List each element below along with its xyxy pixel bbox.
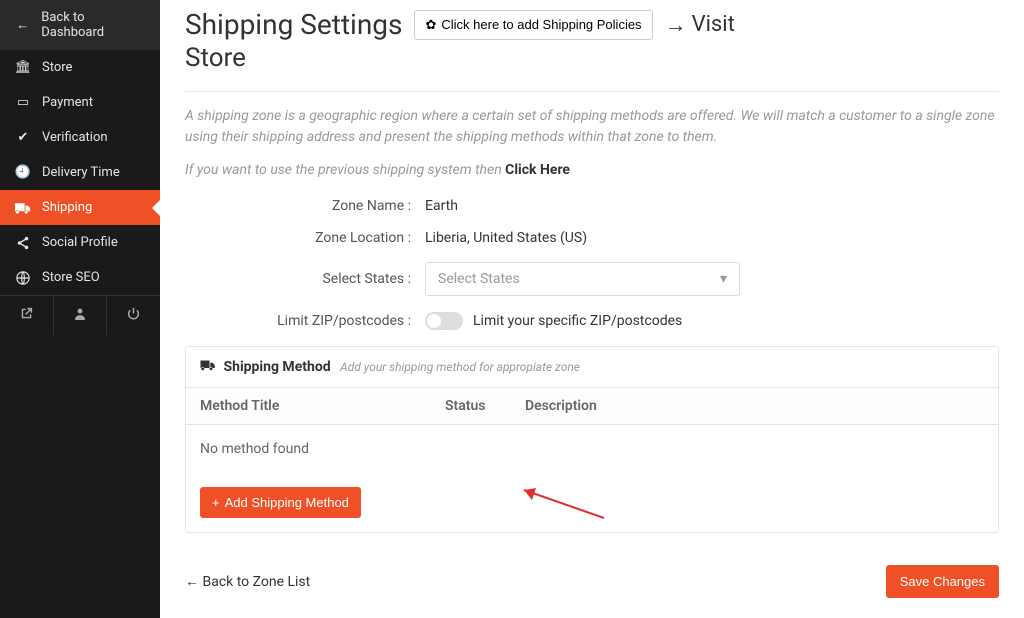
method-empty-state: No method found — [186, 425, 998, 473]
bank-icon: 🏛 — [14, 60, 32, 75]
sidebar-item-social[interactable]: Social Profile — [0, 225, 160, 260]
click-here-link[interactable]: Click Here — [505, 162, 570, 178]
zip-label: Limit ZIP/postcodes : — [185, 313, 425, 329]
globe-icon — [14, 271, 32, 285]
zone-name-row: Zone Name : Earth — [185, 198, 999, 214]
external-link-icon — [20, 308, 33, 324]
arrow-right-icon: → — [665, 12, 687, 38]
page-title: Shipping Settings — [185, 8, 402, 41]
states-row: Select States : Select States ▾ — [185, 262, 999, 296]
sidebar-item-shipping[interactable]: Shipping — [0, 190, 160, 225]
clock-icon: 🕘 — [14, 165, 32, 180]
arrow-left-icon: ← — [185, 574, 199, 590]
plus-icon: + — [212, 495, 220, 510]
sidebar-item-store[interactable]: 🏛 Store — [0, 50, 160, 85]
sidebar-item-label: Verification — [42, 130, 108, 145]
sidebar-item-label: Store — [42, 60, 72, 75]
back-to-zone-list-link[interactable]: ← Back to Zone List — [185, 573, 310, 590]
arrow-left-icon: ← — [14, 17, 31, 33]
truck-icon — [200, 359, 219, 375]
sidebar-item-label: Back to Dashboard — [41, 10, 146, 40]
visit-label: Visit — [692, 12, 735, 37]
method-header: Shipping Method Add your shipping method… — [186, 347, 998, 387]
method-title: Shipping Method — [223, 359, 330, 375]
sidebar-item-label: Payment — [42, 95, 93, 110]
back-label: Back to Zone List — [202, 574, 310, 590]
zone-name-label: Zone Name : — [185, 198, 425, 214]
power-button[interactable] — [107, 296, 160, 335]
sidebar-item-back[interactable]: ← Back to Dashboard — [0, 0, 160, 50]
button-label: Add Shipping Method — [225, 495, 349, 510]
method-subtitle: Add your shipping method for appropiate … — [340, 360, 580, 374]
user-button[interactable] — [54, 296, 108, 335]
add-shipping-method-button[interactable]: + Add Shipping Method — [200, 487, 361, 518]
external-link-button[interactable] — [0, 296, 54, 335]
sidebar-item-payment[interactable]: ▭ Payment — [0, 85, 160, 120]
description-text: A shipping zone is a geographic region w… — [185, 106, 999, 148]
col-description: Description — [525, 398, 984, 414]
chevron-down-icon: ▾ — [720, 271, 727, 287]
visit-store-link[interactable]: → Visit — [665, 12, 735, 38]
zone-location-label: Zone Location : — [185, 230, 425, 246]
user-icon — [74, 308, 86, 324]
states-placeholder: Select States — [438, 271, 520, 287]
sidebar-item-label: Social Profile — [42, 235, 118, 250]
sidebar-item-seo[interactable]: Store SEO — [0, 260, 160, 295]
add-policies-button[interactable]: ✿ Click here to add Shipping Policies — [414, 10, 652, 40]
shipping-method-card: Shipping Method Add your shipping method… — [185, 346, 999, 533]
gear-icon: ✿ — [425, 17, 436, 33]
sidebar: ← Back to Dashboard 🏛 Store ▭ Payment ✔ … — [0, 0, 160, 618]
divider — [185, 91, 999, 92]
zip-toggle[interactable] — [425, 312, 463, 330]
truck-icon — [14, 201, 32, 215]
button-label: Click here to add Shipping Policies — [441, 17, 641, 32]
sidebar-footer — [0, 295, 160, 335]
save-changes-button[interactable]: Save Changes — [886, 565, 999, 598]
main-content: Shipping Settings ✿ Click here to add Sh… — [160, 0, 1024, 618]
switch-system-text: If you want to use the previous shipping… — [185, 162, 999, 178]
check-icon: ✔ — [14, 130, 32, 145]
sidebar-item-delivery[interactable]: 🕘 Delivery Time — [0, 155, 160, 190]
zone-location-row: Zone Location : Liberia, United States (… — [185, 230, 999, 246]
method-footer: + Add Shipping Method — [186, 473, 998, 532]
switch-prefix: If you want to use the previous shipping… — [185, 162, 505, 178]
zone-location-value: Liberia, United States (US) — [425, 230, 999, 246]
states-label: Select States : — [185, 271, 425, 287]
sidebar-item-label: Store SEO — [42, 270, 100, 285]
share-icon — [14, 236, 32, 250]
header: Shipping Settings ✿ Click here to add Sh… — [185, 8, 999, 41]
card-icon: ▭ — [14, 95, 32, 110]
zip-toggle-text: Limit your specific ZIP/postcodes — [473, 313, 682, 329]
bottom-bar: ← Back to Zone List Save Changes — [185, 565, 999, 598]
sidebar-item-label: Shipping — [42, 200, 92, 215]
sidebar-item-label: Delivery Time — [42, 165, 120, 180]
sidebar-item-verification[interactable]: ✔ Verification — [0, 120, 160, 155]
zone-name-value: Earth — [425, 198, 999, 214]
states-select[interactable]: Select States ▾ — [425, 262, 740, 296]
power-icon — [127, 308, 140, 324]
method-table-head: Method Title Status Description — [186, 387, 998, 425]
col-method-title: Method Title — [200, 398, 445, 414]
zip-row: Limit ZIP/postcodes : Limit your specifi… — [185, 312, 999, 330]
page-subtitle: Store — [185, 43, 999, 73]
col-status: Status — [445, 398, 525, 414]
